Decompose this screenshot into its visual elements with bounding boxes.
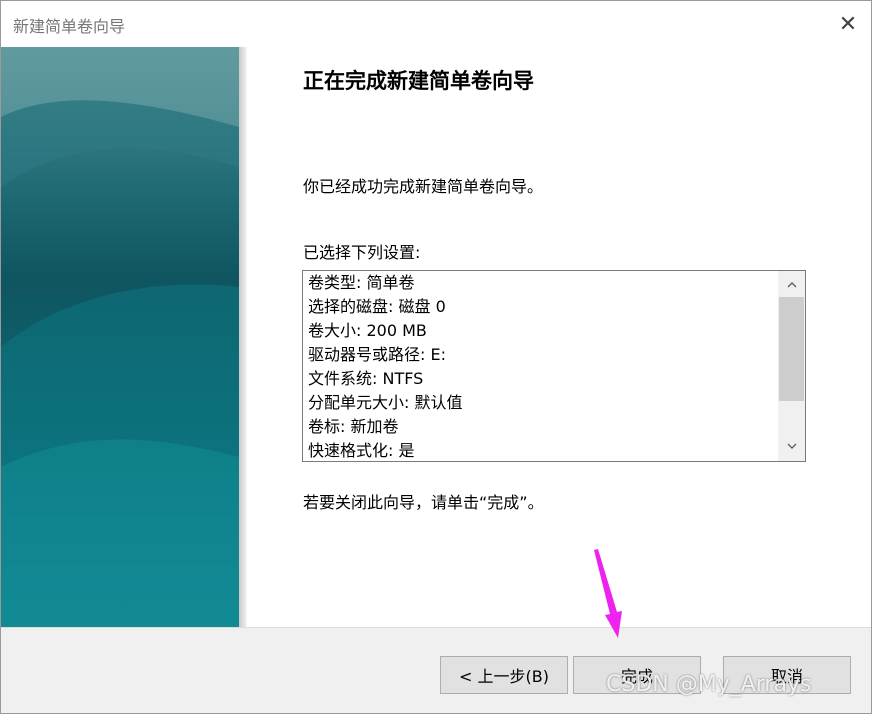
scroll-thumb[interactable] [779,297,804,401]
scroll-up-button[interactable] [778,274,805,296]
list-item: 卷大小: 200 MB [308,321,427,340]
settings-listbox[interactable]: 卷类型: 简单卷 选择的磁盘: 磁盘 0 卷大小: 200 MB 驱动器号或路径… [302,270,806,462]
window-title: 新建简单卷向导 [13,17,126,36]
scroll-down-button[interactable] [778,435,805,457]
list-item: 驱动器号或路径: E: [308,345,446,364]
list-item: 文件系统: NTFS [308,369,424,388]
settings-list: 卷类型: 简单卷 选择的磁盘: 磁盘 0 卷大小: 200 MB 驱动器号或路径… [303,271,777,461]
chevron-up-icon [787,282,796,288]
banner-wave-graphic [1,47,239,627]
vertical-scrollbar[interactable] [778,271,805,461]
watermark: CSDN @My_Arrays [606,672,812,697]
close-button[interactable]: ✕ [825,1,871,47]
close-icon: ✕ [838,11,858,37]
list-item: 分配单元大小: 默认值 [308,393,463,412]
banner-divider [239,47,247,627]
chevron-down-icon [787,443,796,449]
back-button[interactable]: < 上一步(B) [440,656,568,694]
annotation-arrow-icon [594,549,622,638]
title-bar: 新建简单卷向导 ✕ [1,1,871,47]
list-item: 卷标: 新加卷 [308,417,399,436]
list-item: 选择的磁盘: 磁盘 0 [308,297,446,316]
list-item: 卷类型: 简单卷 [308,273,415,292]
wizard-content: 正在完成新建简单卷向导 你已经成功完成新建简单卷向导。 已选择下列设置: 卷类型… [247,47,871,627]
wizard-window: 新建简单卷向导 ✕ 正在完成新建简单卷向导 你已经成功完成新建简单卷向导。 已选… [0,0,872,714]
button-bar: < 上一步(B) 完成 取消 [1,627,871,713]
success-message: 你已经成功完成新建简单卷向导。 [303,177,544,196]
settings-label: 已选择下列设置: [303,243,421,262]
wizard-banner-image [1,47,239,627]
list-item: 快速格式化: 是 [308,441,415,460]
page-title: 正在完成新建简单卷向导 [303,69,534,93]
close-hint: 若要关闭此向导，请单击“完成”。 [303,493,544,512]
